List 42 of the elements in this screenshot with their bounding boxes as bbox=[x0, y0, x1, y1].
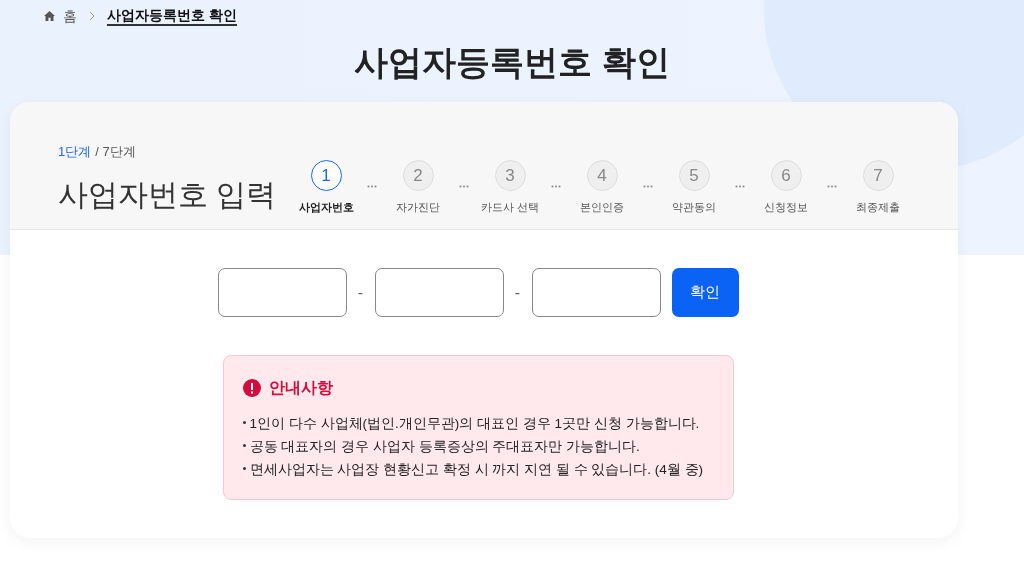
confirm-button[interactable]: 확인 bbox=[671, 268, 739, 317]
step-title: 사업자번호 입력 bbox=[58, 176, 277, 213]
page-title: 사업자등록번호 확인 bbox=[354, 42, 670, 83]
notice-item: 공동 대표자의 경우 사업자 등록증상의 주대표자만 가능합니다. bbox=[249, 438, 640, 456]
step-label: 본인인증 bbox=[580, 200, 624, 215]
bullet-icon bbox=[242, 467, 246, 470]
notice-item: 면세사업자는 사업장 현황신고 확정 시 까지 지연 될 수 있습니다. (4월 중) bbox=[249, 461, 703, 479]
breadcrumb-current: 사업자등록번호 확인 bbox=[107, 6, 237, 26]
step-number: 1 bbox=[310, 160, 342, 191]
dots-icon bbox=[827, 184, 837, 188]
step-number: 4 bbox=[586, 160, 618, 191]
alert-icon bbox=[242, 379, 261, 397]
step-number: 6 bbox=[770, 160, 802, 191]
dots-icon bbox=[643, 184, 653, 188]
step-label: 신청정보 bbox=[764, 200, 808, 215]
notice-title: 안내사항 bbox=[268, 378, 333, 398]
step-number: 2 bbox=[402, 160, 434, 191]
number-field[interactable] bbox=[531, 268, 661, 317]
step-label: 최종제출 bbox=[856, 200, 900, 215]
number-field[interactable] bbox=[217, 268, 347, 317]
breadcrumb-link[interactable]: 홈 bbox=[63, 5, 77, 27]
bullet-icon bbox=[242, 444, 246, 447]
number-field[interactable] bbox=[374, 268, 504, 317]
notice-item: 1인이 다수 사업체(법인.개인무관)의 대표인 경우 1곳만 신청 가능합니다. bbox=[249, 415, 700, 433]
home-icon[interactable] bbox=[44, 11, 55, 21]
chevron-right-icon bbox=[89, 11, 95, 21]
dash: - bbox=[513, 282, 522, 303]
dots-icon bbox=[459, 184, 469, 188]
dots-icon bbox=[551, 184, 561, 188]
step-number: 5 bbox=[678, 160, 710, 191]
step-label: 카드사 선택 bbox=[480, 200, 540, 215]
step-label: 사업자번호 bbox=[298, 200, 354, 215]
dash: - bbox=[356, 282, 365, 303]
step-label: 약관동의 bbox=[672, 200, 716, 215]
dots-icon bbox=[735, 184, 745, 188]
current-step: 1단계 bbox=[58, 144, 92, 159]
total-steps: / 7단계 bbox=[95, 144, 136, 159]
bullet-icon bbox=[242, 421, 246, 424]
step-number: 7 bbox=[862, 160, 894, 191]
step-number: 3 bbox=[494, 160, 526, 191]
dots-icon bbox=[367, 184, 377, 188]
step-label: 자가진단 bbox=[396, 200, 440, 215]
